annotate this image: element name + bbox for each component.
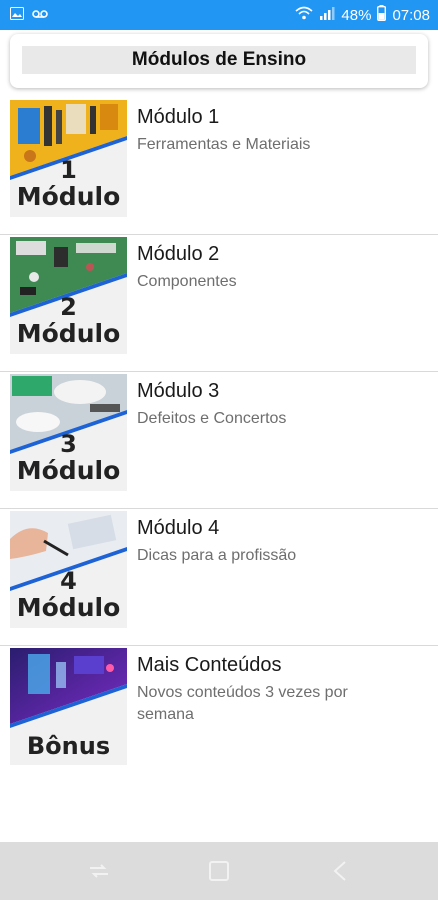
module-2-subtitle: Componentes — [137, 273, 237, 290]
module-4-title: Módulo 4 — [137, 517, 220, 539]
module-2-thumb-number: 2 — [60, 293, 77, 321]
status-bar: 48% 07:08 — [0, 0, 438, 30]
module-3-thumb-number: 3 — [60, 430, 77, 458]
home-icon[interactable] — [208, 860, 230, 887]
battery-percentage: 48% — [341, 6, 372, 24]
module-4-thumb-number: 4 — [60, 567, 77, 595]
module-3-item[interactable]: 3 Módulo Módulo 3 Defeitos e Concertos — [0, 372, 438, 509]
module-1-thumb-label: Módulo — [16, 182, 121, 211]
bonus-subtitle: Novos conteúdos 3 vezes por semana — [137, 684, 348, 723]
voicemail-icon — [32, 7, 48, 25]
navigation-bar — [0, 842, 438, 900]
wifi-icon — [295, 6, 313, 24]
module-4-item[interactable]: 4 Módulo Módulo 4 Dicas para a profissão — [0, 509, 438, 646]
module-1-thumb-number: 1 — [60, 156, 77, 184]
module-1-subtitle: Ferramentas e Materiais — [137, 136, 311, 153]
bonus-item[interactable]: Bônus Mais Conteúdos Novos conteúdos 3 v… — [0, 646, 438, 782]
module-list: 1 Módulo Módulo 1 Ferramentas e Materiai… — [0, 98, 438, 782]
module-2-title: Módulo 2 — [137, 243, 220, 265]
clock: 07:08 — [392, 6, 430, 24]
page-title: Módulos de Ensino — [22, 46, 416, 74]
bonus-thumb-label: Bônus — [26, 732, 111, 760]
module-3-title: Módulo 3 — [137, 380, 220, 402]
bonus-title: Mais Conteúdos — [137, 654, 282, 676]
module-1-item[interactable]: 1 Módulo Módulo 1 Ferramentas e Materiai… — [0, 98, 438, 235]
module-3-subtitle: Defeitos e Concertos — [137, 410, 287, 427]
module-3-thumb-label: Módulo — [16, 456, 121, 485]
signal-icon — [319, 6, 335, 24]
header-card: Módulos de Ensino — [10, 34, 428, 88]
battery-icon — [377, 5, 387, 25]
module-2-thumbnail: 2 Módulo — [10, 237, 127, 354]
module-2-item[interactable]: 2 Módulo Módulo 2 Componentes — [0, 235, 438, 372]
module-3-thumbnail: 3 Módulo — [10, 374, 127, 491]
module-4-thumbnail: 4 Módulo — [10, 511, 127, 628]
module-1-title: Módulo 1 — [137, 106, 220, 128]
image-icon — [10, 7, 24, 25]
back-icon[interactable] — [330, 860, 352, 887]
module-1-thumbnail: 1 Módulo — [10, 100, 127, 217]
bonus-thumbnail: Bônus — [10, 648, 127, 765]
module-4-subtitle: Dicas para a profissão — [137, 547, 297, 564]
module-4-thumb-label: Módulo — [16, 593, 121, 622]
recents-icon[interactable] — [88, 860, 110, 887]
module-2-thumb-label: Módulo — [16, 319, 121, 348]
